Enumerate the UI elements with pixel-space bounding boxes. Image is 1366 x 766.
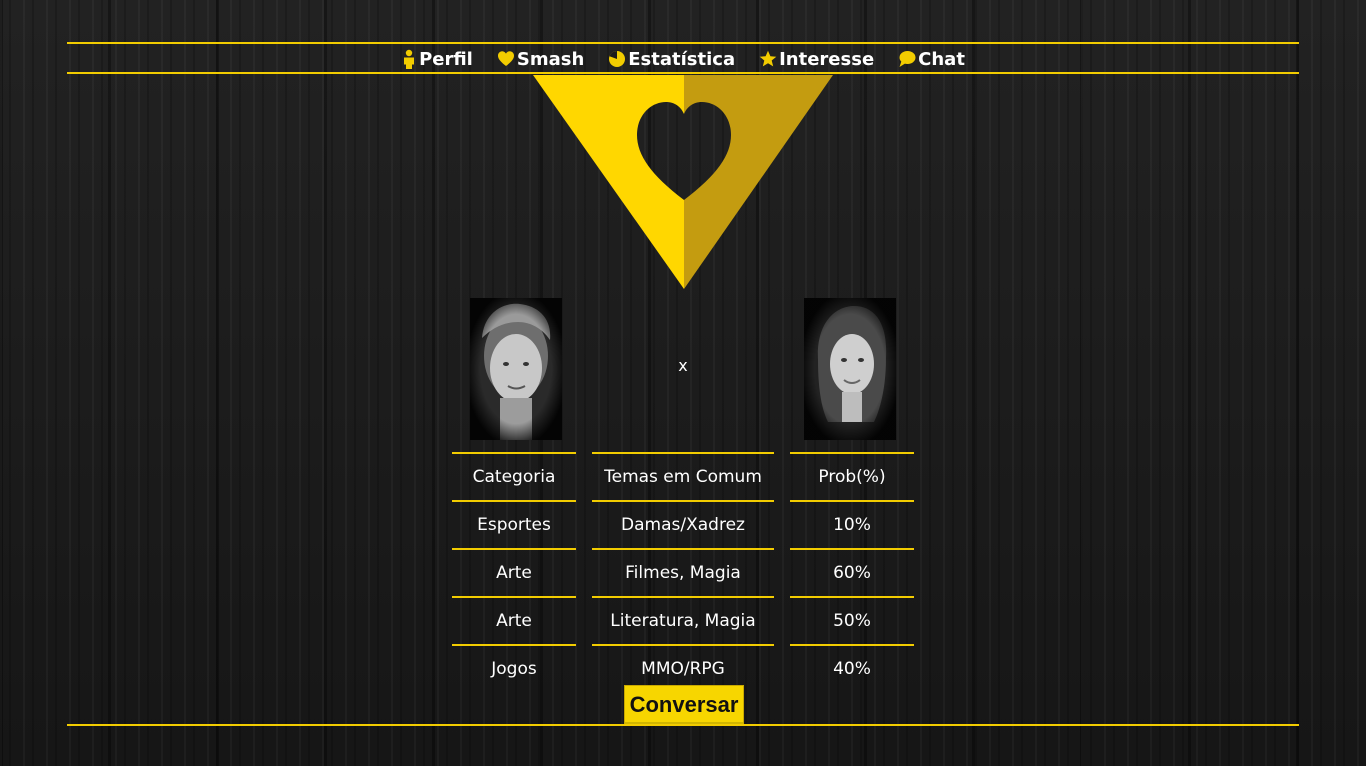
nav-item-interesse[interactable]: Interesse bbox=[759, 49, 874, 70]
table-header-row: Categoria Temas em Comum Prob(%) bbox=[452, 452, 914, 500]
heart-triangle-logo-icon bbox=[533, 75, 833, 289]
logo bbox=[533, 75, 833, 295]
cell-prob: 40% bbox=[790, 644, 914, 692]
cell-prob: 10% bbox=[790, 500, 914, 548]
right-person-photo bbox=[804, 298, 896, 440]
pie-chart-icon bbox=[609, 50, 626, 67]
top-border-line bbox=[67, 42, 1299, 44]
cell-categoria: Arte bbox=[452, 548, 576, 596]
match-table: Categoria Temas em Comum Prob(%) Esporte… bbox=[436, 452, 930, 692]
table-row: Esportes Damas/Xadrez 10% bbox=[452, 500, 914, 548]
nav-label-estatistica: Estatística bbox=[628, 48, 736, 70]
header-categoria: Categoria bbox=[452, 452, 576, 500]
star-icon bbox=[759, 50, 777, 67]
cell-temas: Damas/Xadrez bbox=[592, 500, 774, 548]
table-row: Arte Filmes, Magia 60% bbox=[452, 548, 914, 596]
nav-item-smash[interactable]: Smash bbox=[497, 49, 584, 70]
nav-item-chat[interactable]: Chat bbox=[898, 49, 965, 70]
nav-label-perfil: Perfil bbox=[419, 48, 473, 70]
bottom-border-line bbox=[67, 724, 1299, 726]
header-prob: Prob(%) bbox=[790, 452, 914, 500]
nav-label-chat: Chat bbox=[918, 48, 965, 70]
nav-label-smash: Smash bbox=[516, 48, 585, 70]
cell-temas: Filmes, Magia bbox=[592, 548, 774, 596]
cell-categoria: Esportes bbox=[452, 500, 576, 548]
header-temas: Temas em Comum bbox=[592, 452, 774, 500]
versus-separator: x bbox=[678, 356, 688, 375]
cell-categoria: Jogos bbox=[452, 644, 576, 692]
conversar-button[interactable]: Conversar bbox=[624, 685, 744, 725]
cell-prob: 60% bbox=[790, 548, 914, 596]
person-icon bbox=[404, 49, 415, 69]
nav-item-estatistica[interactable]: Estatística bbox=[608, 49, 735, 70]
heart-icon bbox=[497, 51, 514, 66]
nav-bottom-line bbox=[67, 72, 1299, 74]
speech-bubble-icon bbox=[899, 51, 916, 67]
cell-prob: 50% bbox=[790, 596, 914, 644]
cell-temas: Literatura, Magia bbox=[592, 596, 774, 644]
left-person-photo bbox=[470, 298, 562, 440]
cell-categoria: Arte bbox=[452, 596, 576, 644]
table-row: Arte Literatura, Magia 50% bbox=[452, 596, 914, 644]
main-nav: Perfil Smash Estatística Interesse Chat bbox=[67, 45, 1299, 73]
nav-item-perfil[interactable]: Perfil bbox=[401, 49, 473, 70]
nav-label-interesse: Interesse bbox=[779, 48, 875, 70]
